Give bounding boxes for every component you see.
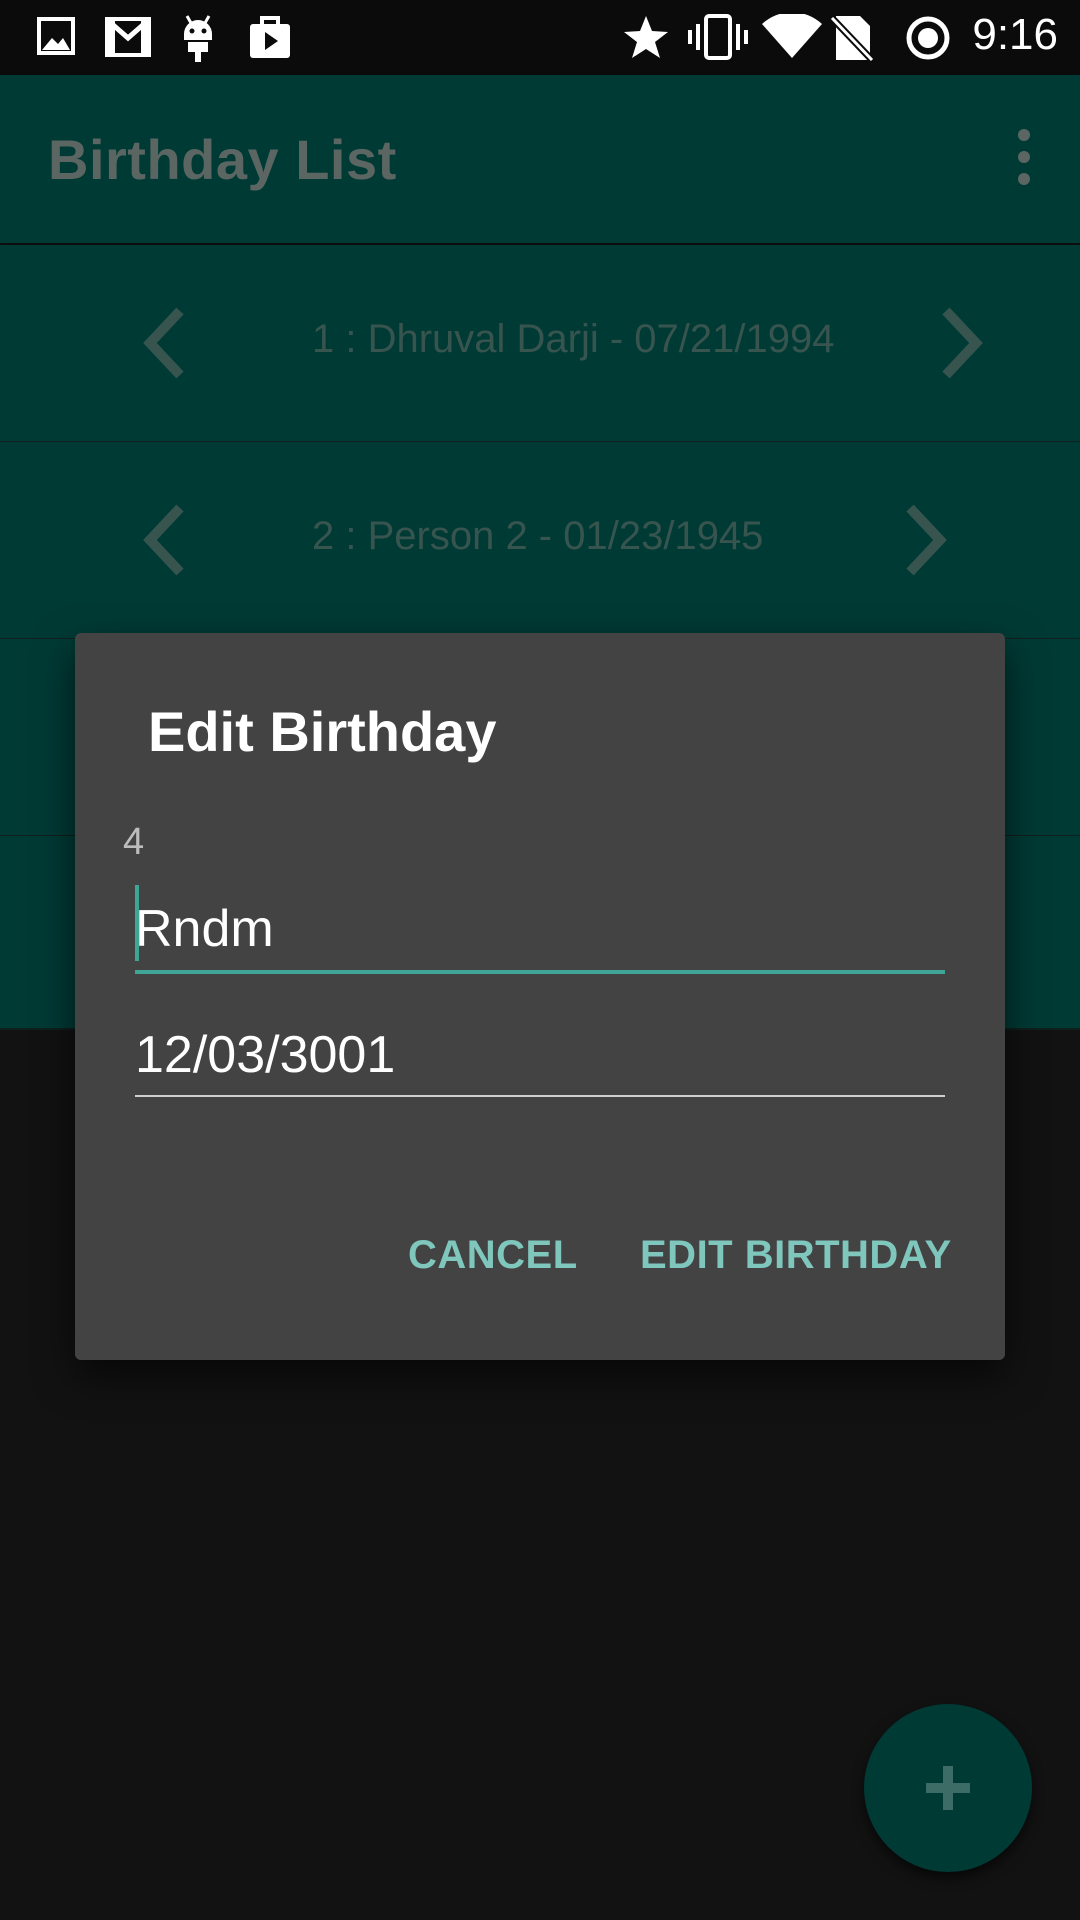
- status-time: 9:16: [972, 10, 1058, 59]
- android-debug-icon: [184, 15, 212, 62]
- page-title: Birthday List: [48, 128, 397, 191]
- status-bar: 9:16: [0, 0, 1080, 75]
- edit-birthday-button[interactable]: EDIT BIRTHDAY: [640, 1233, 952, 1278]
- add-birthday-button[interactable]: [864, 1704, 1032, 1872]
- star-icon: [624, 16, 668, 58]
- sync-icon: [906, 16, 950, 60]
- cancel-button[interactable]: CANCEL: [408, 1233, 578, 1278]
- list-item[interactable]: 2 : Person 2 - 01/23/1945: [0, 442, 1080, 640]
- wifi-icon: [762, 14, 822, 58]
- gallery-icon: [37, 17, 75, 55]
- birthday-id-label: 4: [123, 821, 145, 863]
- chevron-right-icon[interactable]: [894, 500, 954, 580]
- list-item-label: 2 : Person 2 - 01/23/1945: [312, 514, 764, 558]
- play-store-icon: [250, 16, 290, 58]
- plus-icon: [926, 1766, 970, 1810]
- list-item[interactable]: 1 : Dhruval Darji - 07/21/1994: [0, 245, 1080, 443]
- list-item-label: 1 : Dhruval Darji - 07/21/1994: [312, 317, 835, 361]
- more-vertical-icon[interactable]: [1010, 129, 1040, 189]
- name-field[interactable]: [135, 888, 945, 974]
- date-field[interactable]: [135, 1015, 945, 1097]
- chevron-right-icon[interactable]: [930, 303, 990, 383]
- chevron-left-icon[interactable]: [136, 500, 196, 580]
- dialog-title: Edit Birthday: [148, 700, 497, 763]
- app-bar: Birthday List: [0, 75, 1080, 243]
- vibrate-icon: [688, 14, 748, 60]
- gmail-icon: [105, 17, 151, 57]
- chevron-left-icon[interactable]: [136, 303, 196, 383]
- text-cursor: [135, 885, 139, 961]
- edit-birthday-dialog: Edit Birthday 4 CANCEL EDIT BIRTHDAY: [75, 633, 1005, 1360]
- no-sim-icon: [830, 15, 874, 62]
